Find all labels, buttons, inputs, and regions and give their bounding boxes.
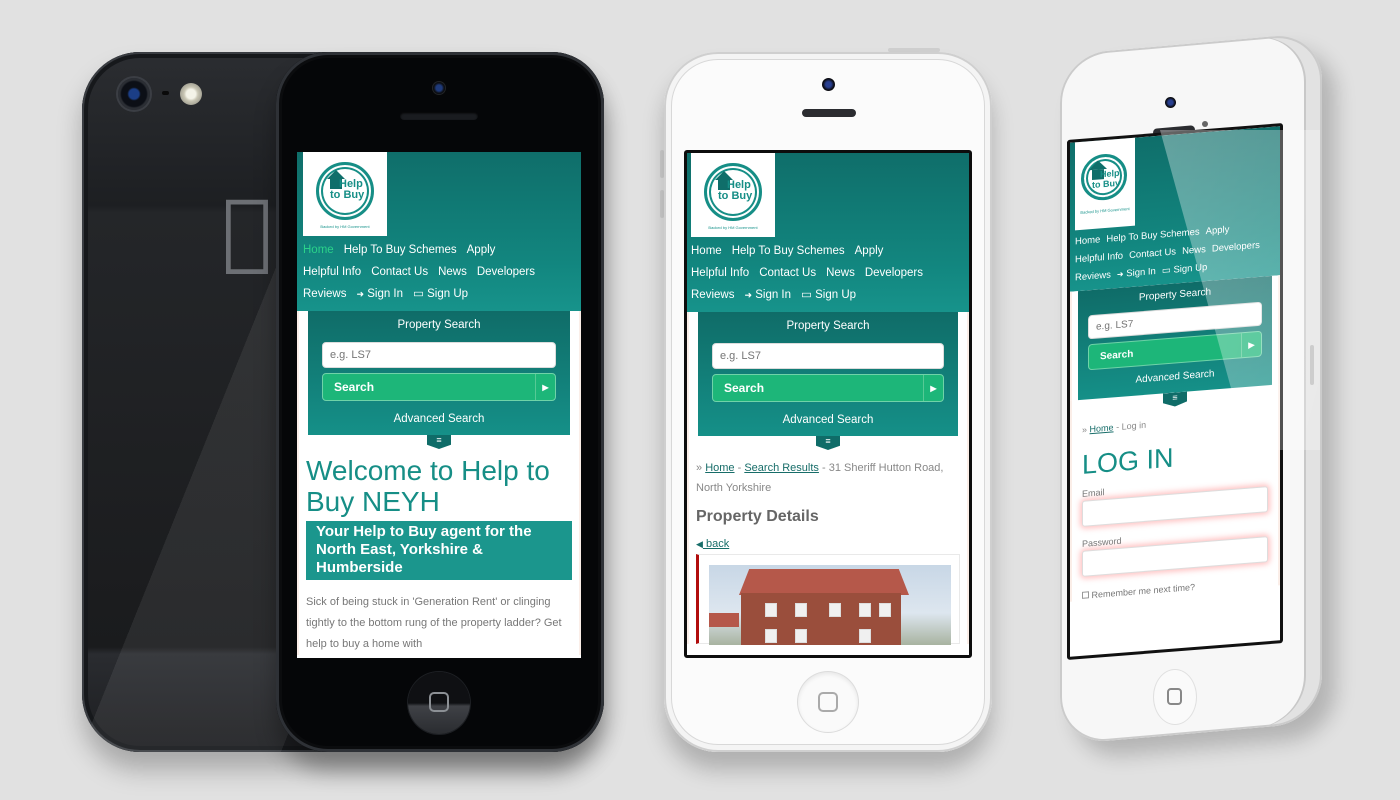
site-header: Help to Buy Backed by HM Government Home… [1070,126,1280,292]
nav-home[interactable]: Home [303,239,334,261]
nav-contact-us[interactable]: Contact Us [759,262,816,284]
postcode-search-input[interactable] [712,343,944,369]
nav-developers[interactable]: Developers [1212,237,1260,259]
sign-up-icon: ▭ [801,289,812,301]
earpiece-speaker [802,109,856,117]
sign-up-icon: ▭ [1161,264,1171,277]
nav-sign-up[interactable]: ▭ Sign Up [1162,259,1207,281]
nav-reviews[interactable]: Reviews [1075,267,1111,288]
nav-news[interactable]: News [1182,241,1206,261]
nav-apply[interactable]: Apply [855,240,884,262]
arrow-right-icon: ▶ [535,374,555,400]
sign-in-icon: ➜ [356,289,365,299]
property-search-panel: Property Search Search ▶ Advanced Search… [1078,275,1272,400]
advanced-search-link[interactable]: Advanced Search [322,413,556,431]
page-title: Property Details [696,508,819,525]
nav-helpful-info[interactable]: Helpful Info [303,261,361,283]
nav-sign-in[interactable]: ➜ Sign In [356,283,403,305]
nav-sign-up[interactable]: ▭ Sign Up [413,283,468,305]
main-content: » Home - Search Results - 31 Sheriff Hut… [687,436,969,645]
home-button[interactable] [408,672,470,734]
nav-apply[interactable]: Apply [1206,221,1230,241]
property-search-panel: Property Search Search ▶ Advanced Search… [698,312,958,450]
nav-home[interactable]: Home [691,240,722,262]
breadcrumb-home-link[interactable]: Home [705,462,734,474]
checkbox-icon [1082,591,1089,599]
side-button [1310,345,1314,385]
postcode-search-input[interactable] [322,342,556,368]
rear-camera-icon [118,78,150,110]
arrow-right-icon: ▶ [923,375,943,401]
site-header: Help to Buy Backed by HM Government Home… [297,152,581,311]
main-nav: Home Help To Buy Schemes Apply Helpful Inf… [691,237,969,306]
help-to-buy-logo[interactable]: Help to Buy Backed by HM Government [1075,137,1135,231]
nav-reviews[interactable]: Reviews [303,283,346,305]
main-content: Welcome to Help to Buy NEYH Your Help to… [297,435,581,655]
apple-logo-icon:  [212,185,282,275]
main-content: » Home - Log in LOG IN Email Password Re… [1070,384,1280,602]
intro-text: Sick of being stuck in 'Generation Rent'… [306,596,562,650]
home-button[interactable] [798,672,858,732]
nav-help-to-buy-schemes[interactable]: Help To Buy Schemes [344,239,457,261]
site-header: Help to Buy Backed by HM Government Home… [687,153,969,312]
login-heading: LOG IN [1082,442,1174,480]
nav-sign-in[interactable]: ➜ Sign In [1117,263,1156,284]
breadcrumb-search-results-link[interactable]: Search Results [744,462,819,474]
rear-mic-icon [162,91,169,95]
breadcrumb: » Home - Log in [1082,419,1147,435]
screen-home-page: Help to Buy Backed by HM Government Home… [297,152,581,658]
back-arrow-icon: ◀ [696,539,703,549]
flash-icon [180,83,202,105]
nav-sign-up[interactable]: ▭ Sign Up [801,284,856,306]
help-to-buy-logo[interactable]: Help to Buy Backed by HM Government [303,152,387,236]
screen-property-page: Help to Buy Backed by HM Government Home… [684,150,972,658]
home-button[interactable] [1154,670,1196,724]
advanced-search-link[interactable]: Advanced Search [712,414,944,432]
breadcrumb-current: Log in [1121,419,1147,432]
remember-me-checkbox[interactable]: Remember me next time? [1082,576,1268,601]
breadcrumb: » Home - Search Results - 31 Sheriff Hut… [696,462,944,494]
front-camera-icon [1165,97,1176,108]
property-search-panel: Property Search Search ▶ Advanced Search… [308,311,570,449]
proximity-sensor [1202,121,1208,127]
search-title: Property Search [786,320,870,332]
nav-helpful-info[interactable]: Helpful Info [691,262,749,284]
nav-developers[interactable]: Developers [865,262,923,284]
sign-in-icon: ➜ [1116,269,1124,280]
sign-up-icon: ▭ [413,288,424,300]
nav-apply[interactable]: Apply [467,239,496,261]
back-link[interactable]: ◀ back [696,538,960,550]
front-camera-icon [822,78,835,91]
search-button[interactable]: Search ▶ [712,374,944,402]
screen-login-page: Help to Buy Backed by HM Government Home… [1067,123,1283,661]
breadcrumb-home-link[interactable]: Home [1090,422,1114,434]
nav-helpful-info[interactable]: Helpful Info [1075,248,1123,270]
welcome-heading: Welcome to Help to Buy NEYH [306,455,550,517]
help-to-buy-logo[interactable]: Help to Buy Backed by HM Government [691,153,775,237]
search-title: Property Search [397,319,481,331]
property-card[interactable] [696,554,960,645]
property-photo[interactable] [709,565,951,645]
sign-in-icon: ➜ [744,290,753,300]
nav-sign-in[interactable]: ➜ Sign In [744,284,791,306]
search-button[interactable]: Search ▶ [322,373,556,401]
nav-help-to-buy-schemes[interactable]: Help To Buy Schemes [732,240,845,262]
nav-news[interactable]: News [826,262,855,284]
earpiece-speaker [400,112,478,120]
nav-contact-us[interactable]: Contact Us [371,261,428,283]
nav-news[interactable]: News [438,261,467,283]
nav-home[interactable]: Home [1075,231,1100,251]
main-nav: Home Help To Buy Schemes Apply Helpful Inf… [303,236,581,305]
nav-developers[interactable]: Developers [477,261,535,283]
front-camera-icon [433,82,445,94]
nav-reviews[interactable]: Reviews [691,284,734,306]
arrow-right-icon: ▶ [1241,331,1261,358]
agent-banner: Your Help to Buy agent for the North Eas… [306,521,572,580]
